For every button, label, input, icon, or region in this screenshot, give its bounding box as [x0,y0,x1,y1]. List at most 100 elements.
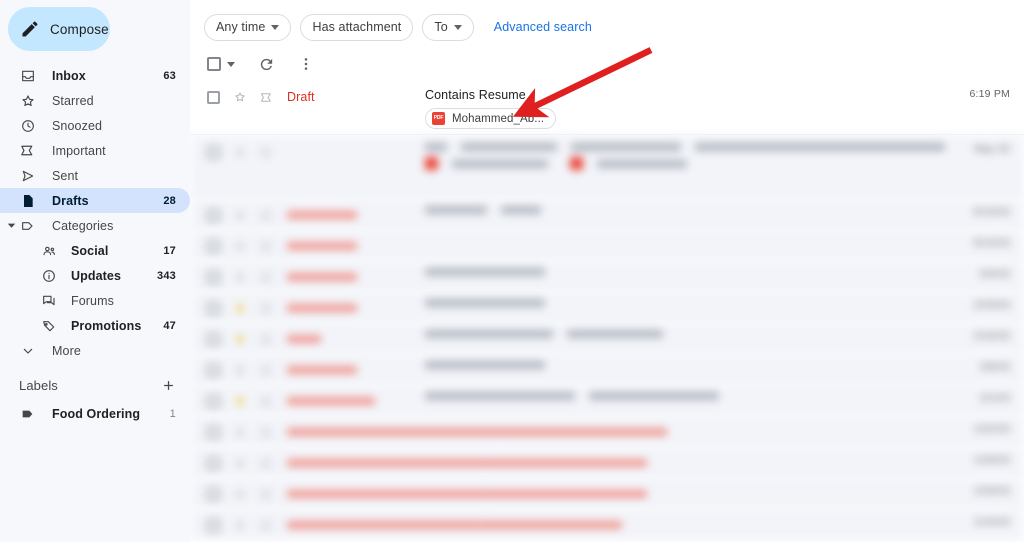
important-marker-icon[interactable] [259,145,274,160]
row-checkbox[interactable] [207,395,220,408]
star-icon[interactable] [232,90,247,105]
inbox-icon [19,67,36,84]
star-icon[interactable] [232,518,247,533]
row-checkbox[interactable] [207,519,220,532]
sidebar: Compose Inbox63 Starred SnoozedImportantSe… [0,0,190,542]
sidebar-item-label: Promotions [71,319,157,333]
sidebar-item-drafts[interactable]: Drafts28 [0,188,190,213]
pencil-icon [20,19,40,39]
select-all-checkbox[interactable] [207,57,221,71]
star-icon[interactable] [232,145,247,160]
important-marker-icon[interactable] [259,239,274,254]
important-marker-icon[interactable] [259,301,274,316]
important-marker-icon[interactable] [259,270,274,285]
sidebar-item-inbox[interactable]: Inbox63 [0,63,190,88]
star-icon[interactable] [232,270,247,285]
star-icon[interactable] [232,208,247,223]
important-marker-icon[interactable] [259,90,274,105]
row-controls [190,237,357,255]
sidebar-item-promotions[interactable]: Promotions47 [0,313,190,338]
info-icon [40,267,57,284]
star-icon[interactable] [232,394,247,409]
list-toolbar [190,48,1024,80]
row-checkbox[interactable] [207,457,220,470]
row-controls [190,299,357,317]
sidebar-nav: Inbox63 Starred SnoozedImportantSentDrafts… [0,63,190,363]
row-date: 1/20/23 [974,454,1010,466]
row-checkbox[interactable] [207,302,220,315]
important-marker-icon[interactable] [259,208,274,223]
label-filled-icon [19,405,36,422]
filter-has-attachment-label: Has attachment [312,20,401,34]
sidebar-item-label: Forums [71,294,176,308]
star-icon[interactable] [232,363,247,378]
important-marker-icon[interactable] [259,487,274,502]
forum-icon [40,292,57,309]
important-marker-icon[interactable] [259,332,274,347]
table-row[interactable]: DraftContains ResumePDFMohammed_Ab...6:1… [190,80,1024,135]
row-checkbox[interactable] [207,240,220,253]
table-row: 1/14/23 [190,508,1024,539]
row-controls: Draft [190,88,315,106]
row-date: 1/14/23 [974,516,1010,528]
filter-any-time[interactable]: Any time [204,14,291,41]
important-marker-icon[interactable] [259,518,274,533]
attachment-chip[interactable]: PDFMohammed_Ab... [425,108,556,129]
sidebar-item-updates[interactable]: Updates343 [0,263,190,288]
important-marker-icon[interactable] [259,394,274,409]
row-controls [190,330,321,348]
sidebar-item-categories[interactable]: Categories [0,213,190,238]
sidebar-label-food-ordering[interactable]: Food Ordering1 [0,401,190,426]
row-sender-placeholder [287,485,647,503]
sidebar-item-label: Starred [52,94,176,108]
sidebar-item-sent[interactable]: Sent [0,163,190,188]
row-controls [190,516,622,534]
main-panel: Any time Has attachment To Advanced sear… [190,0,1024,542]
star-icon[interactable] [232,425,247,440]
advanced-search-link[interactable]: Advanced search [494,20,592,34]
row-controls [190,361,357,379]
row-body [425,361,946,369]
star-icon[interactable] [232,332,247,347]
row-date: 1/20/23 [974,485,1010,497]
table-row: 6/14/23 [190,229,1024,260]
sidebar-item-starred[interactable]: Starred [0,88,190,113]
row-checkbox[interactable] [207,364,220,377]
star-icon[interactable] [232,456,247,471]
filter-has-attachment[interactable]: Has attachment [300,14,413,41]
sidebar-item-important[interactable]: Important [0,138,190,163]
row-checkbox[interactable] [207,146,220,159]
star-icon[interactable] [232,487,247,502]
refresh-icon[interactable] [257,55,275,73]
row-sender-placeholder [287,454,647,472]
sidebar-item-forums[interactable]: Forums [0,288,190,313]
row-checkbox[interactable] [207,426,220,439]
chevron-down-icon [271,25,279,30]
row-checkbox[interactable] [207,488,220,501]
row-body [425,299,946,307]
table-row: 5/4/23 [190,260,1024,291]
star-icon[interactable] [232,239,247,254]
sidebar-item-label: Social [71,244,157,258]
sidebar-item-snoozed[interactable]: Snoozed [0,113,190,138]
plus-icon[interactable] [160,377,176,393]
row-date: 2/1/23 [980,392,1010,404]
important-marker-icon[interactable] [259,425,274,440]
row-checkbox[interactable] [207,333,220,346]
important-marker-icon[interactable] [259,456,274,471]
row-checkbox[interactable] [207,91,220,104]
important-marker-icon[interactable] [259,363,274,378]
email-list: DraftContains ResumePDFMohammed_Ab...6:1… [190,80,1024,542]
chevron-down-icon[interactable] [227,62,235,67]
star-icon[interactable] [232,301,247,316]
disclosure-triangle-icon[interactable] [6,221,16,231]
compose-button[interactable]: Compose [8,7,110,51]
row-checkbox[interactable] [207,209,220,222]
sidebar-item-more[interactable]: More [0,338,190,363]
row-sender-placeholder [287,237,357,255]
draft-icon [19,192,36,209]
sidebar-item-social[interactable]: Social17 [0,238,190,263]
filter-to[interactable]: To [422,14,473,41]
row-checkbox[interactable] [207,271,220,284]
more-vertical-icon[interactable] [297,55,315,73]
